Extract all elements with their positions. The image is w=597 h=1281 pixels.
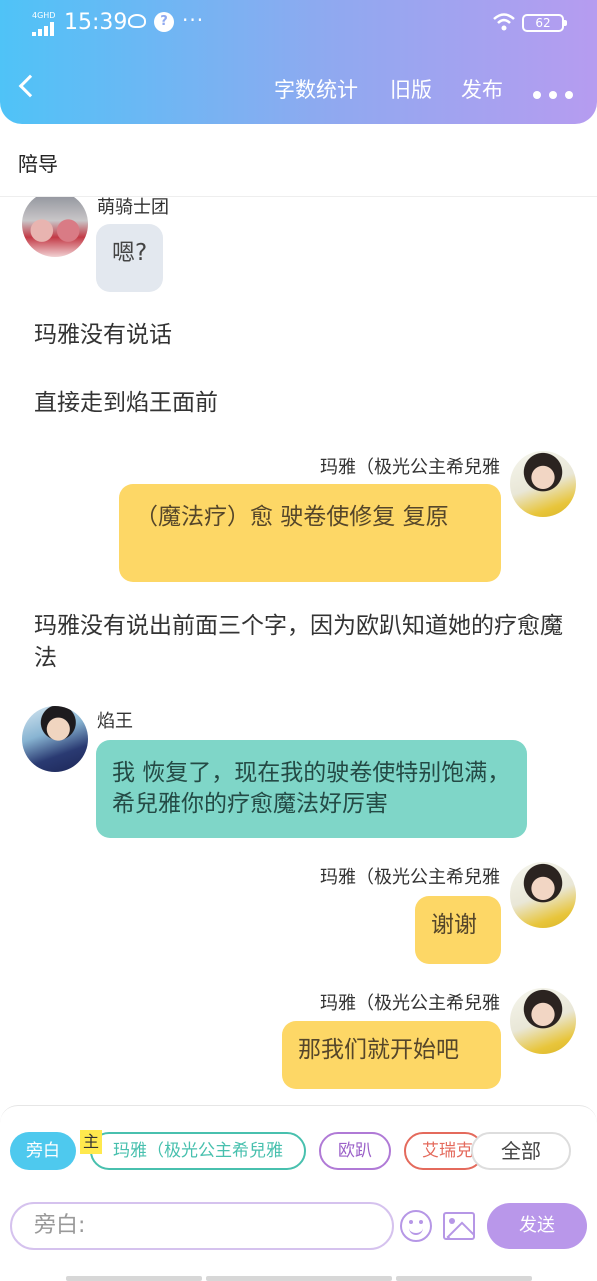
narration-text[interactable]: 玛雅没有说出前面三个字，因为欧趴知道她的疗愈魔法 — [34, 610, 574, 674]
avatar[interactable] — [510, 862, 576, 928]
message-bubble[interactable]: 我 恢复了，现在我的驶卷使特别饱满，希兒雅你的疗愈魔法好厉害 — [96, 740, 527, 838]
message-bubble[interactable]: 那我们就开始吧 — [282, 1021, 501, 1089]
signal-icon — [32, 22, 56, 36]
role-chip-maya[interactable]: 玛雅（极光公主希兒雅 — [90, 1132, 306, 1170]
word-count-button[interactable]: 字数统计 — [274, 74, 358, 104]
clock: 15:39 — [64, 10, 128, 35]
avatar[interactable] — [510, 451, 576, 517]
app-header: 4GHD 15:39 ? ··· 62 字数统计 旧版 发布 — [0, 0, 597, 124]
message-bubble[interactable]: 嗯? — [96, 224, 164, 292]
composer-panel: 旁白 玛雅（极光公主希兒雅 主 欧趴 艾瑞克 全部 旁白: 发送 — [0, 1105, 597, 1281]
chat-area[interactable]: 萌骑士团 嗯? 玛雅没有说话 直接走到焰王面前 玛雅（极光公主希兒雅 （魔法疗）… — [0, 197, 597, 1105]
publish-button[interactable]: 发布 — [461, 74, 503, 104]
sender-name: 玛雅（极光公主希兒雅 — [320, 867, 500, 888]
sender-name: 焰王 — [97, 711, 133, 732]
role-chip-narration[interactable]: 旁白 — [10, 1132, 76, 1170]
emoji-icon[interactable] — [400, 1210, 432, 1242]
help-icon: ? — [154, 12, 174, 32]
section-title: 陪导 — [18, 152, 58, 176]
back-icon[interactable] — [18, 74, 42, 98]
all-roles-button[interactable]: 全部 — [471, 1132, 571, 1170]
more-icon[interactable] — [533, 84, 581, 103]
network-type: 4GHD — [32, 11, 56, 20]
narration-text[interactable]: 直接走到焰王面前 — [34, 387, 218, 419]
avatar[interactable] — [22, 197, 88, 257]
avatar[interactable] — [22, 706, 88, 772]
wifi-icon — [493, 13, 515, 31]
old-version-button[interactable]: 旧版 — [390, 74, 432, 104]
nav-gesture-bar — [206, 1276, 392, 1281]
sender-name: 玛雅（极光公主希兒雅 — [320, 457, 500, 478]
sender-name: 玛雅（极光公主希兒雅 — [320, 993, 500, 1014]
battery-icon: 62 — [522, 14, 567, 32]
nav-gesture-bar — [66, 1276, 202, 1281]
nav-gesture-bar — [396, 1276, 532, 1281]
sender-name: 萌骑士团 — [97, 197, 169, 218]
message-bubble[interactable]: （魔法疗）愈 驶卷使修复 复原 — [119, 484, 501, 582]
message-bubble[interactable]: 谢谢 — [415, 896, 501, 964]
navbar: 字数统计 旧版 发布 — [0, 72, 597, 108]
status-bar: 4GHD 15:39 ? ··· 62 — [0, 8, 597, 42]
narration-text[interactable]: 玛雅没有说话 — [34, 319, 172, 351]
avatar[interactable] — [510, 988, 576, 1054]
role-chip-ouba[interactable]: 欧趴 — [319, 1132, 391, 1170]
image-icon[interactable] — [443, 1212, 475, 1240]
main-role-badge: 主 — [80, 1130, 102, 1154]
message-input[interactable]: 旁白: — [10, 1202, 394, 1250]
status-more-icon: ··· — [182, 8, 205, 32]
weibo-icon — [128, 14, 146, 28]
send-button[interactable]: 发送 — [487, 1203, 587, 1249]
